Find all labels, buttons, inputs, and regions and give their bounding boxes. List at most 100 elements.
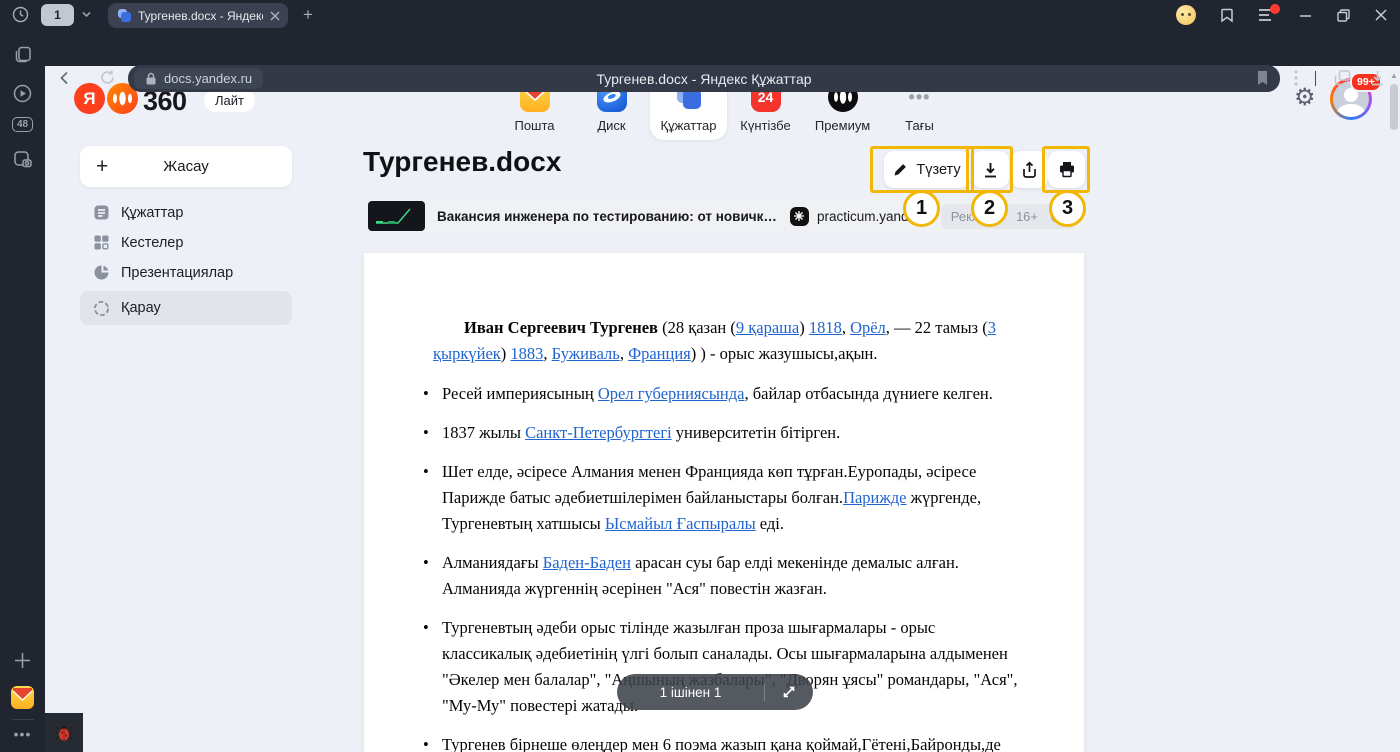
tab-group-badge[interactable]: 1	[41, 4, 74, 26]
rail-divider	[0, 719, 45, 720]
tab-bar: 1 Тургенев.docx - Яндекс +	[0, 0, 1400, 30]
nav-label: Премиум	[815, 118, 870, 133]
edit-button[interactable]: Түзету	[884, 151, 970, 188]
chevron-down-icon[interactable]	[81, 9, 92, 20]
document-text: )	[501, 344, 511, 363]
download-button[interactable]	[972, 151, 1009, 188]
document-text: Алманиядағы	[442, 553, 543, 572]
url-bar[interactable]: docs.yandex.ru Тургенев.docx - Яндекс Құ…	[128, 65, 1280, 92]
lite-badge: Лайт	[204, 89, 255, 112]
minimize-button[interactable]	[1298, 8, 1313, 23]
toolbar-divider	[1315, 71, 1316, 86]
sidebar-label: Кестелер	[121, 235, 183, 251]
nav-label: Диск	[597, 118, 625, 133]
annotation-circle-3: 3	[1049, 190, 1086, 227]
downloads-icon[interactable]	[1369, 69, 1386, 87]
restore-button[interactable]	[1336, 8, 1351, 23]
nav-label: Тағы	[905, 118, 934, 133]
yandex-letter: Я	[83, 89, 95, 109]
print-button[interactable]	[1048, 151, 1085, 188]
mail-panel-icon[interactable]	[0, 686, 45, 709]
speed-badge[interactable]: 48	[0, 117, 45, 132]
sidebar-label: Қарау	[121, 300, 161, 316]
plus-icon: +	[96, 156, 108, 177]
address-bar: docs.yandex.ru Тургенев.docx - Яндекс Құ…	[0, 30, 1400, 66]
nav-label: Құжаттар	[661, 118, 717, 133]
menu-icon[interactable]	[1258, 8, 1275, 22]
document-link[interactable]: 1818	[809, 318, 842, 337]
scrollbar[interactable]: ▲	[1388, 66, 1400, 752]
document-link[interactable]: 1883	[510, 344, 543, 363]
doc-bullet: 1837 жылы Санкт-Петербургтегі университе…	[419, 420, 1020, 446]
nav-label: Күнтізбе	[740, 118, 790, 133]
new-tab-button[interactable]: +	[297, 4, 319, 26]
doc-bullet: Ресей империясының Орел губерниясында, б…	[419, 381, 1020, 407]
screenshot-icon[interactable]	[0, 150, 45, 169]
notification-dot	[1270, 4, 1280, 14]
active-tab[interactable]: Тургенев.docx - Яндекс	[108, 3, 288, 28]
play-icon[interactable]	[0, 84, 45, 103]
download-icon	[982, 161, 999, 179]
age-rating: 16+	[1016, 209, 1038, 224]
yandex-docs-app: Я 360 Лайт Пошта Диск Қ	[45, 66, 1388, 752]
tables-icon	[93, 234, 110, 251]
document-link[interactable]: Санкт-Петербургтегі	[525, 423, 672, 442]
doc-bullet: Алманиядағы Баден-Баден арасан суы бар е…	[419, 550, 1020, 602]
rail-more-icon[interactable]: •••	[0, 726, 45, 742]
fullscreen-button[interactable]	[765, 684, 813, 700]
page-title: Тургенев.docx - Яндекс Құжаттар	[128, 71, 1280, 87]
document-text: 1837 жылы	[442, 423, 525, 442]
devices-tabs-icon[interactable]	[1333, 69, 1352, 87]
create-label: Жасау	[80, 158, 292, 175]
doc-bullet: Шет елде, әсіресе Алмания менен Францияд…	[419, 459, 1020, 537]
document-text: ,	[543, 344, 551, 363]
close-button[interactable]	[1374, 8, 1388, 22]
document-link[interactable]: 9 қараша	[736, 318, 799, 337]
reload-icon[interactable]	[99, 69, 116, 86]
sidebar-item-tables[interactable]: Кестелер	[80, 227, 292, 258]
sidebar-item-presentations[interactable]: Презентациялар	[80, 257, 292, 288]
back-icon[interactable]	[56, 69, 74, 87]
page-count-label: 1 ішінен 1	[617, 685, 764, 700]
browser-window: 48 ••• 1 Тургенев.docx - Яндекс	[0, 0, 1400, 752]
document-link[interactable]: Буживаль	[552, 344, 620, 363]
document-link[interactable]: Орел губерниясында	[598, 384, 745, 403]
history-clock-icon[interactable]	[12, 6, 29, 23]
bookmarks-panel-icon[interactable]	[1219, 7, 1235, 23]
document-link[interactable]: Ысмайыл Ғаспыралы	[605, 514, 756, 533]
document-text: Ресей империясының	[442, 384, 598, 403]
document-text: (28 қазан (	[658, 318, 736, 337]
share-icon	[1021, 161, 1038, 179]
browser-side-rail: 48 •••	[0, 0, 45, 752]
presentations-icon	[93, 264, 110, 281]
document-text: ,	[620, 344, 628, 363]
sidebar-item-documents[interactable]: Құжаттар	[80, 197, 292, 228]
document-link[interactable]: Орёл	[850, 318, 886, 337]
document-text: , — 22 тамыз (	[886, 318, 988, 337]
document-text: еді.	[756, 514, 784, 533]
url-chip[interactable]: docs.yandex.ru	[134, 68, 263, 89]
document-link[interactable]: Парижде	[843, 488, 906, 507]
close-tab-icon[interactable]	[270, 11, 280, 21]
bug-extension-icon[interactable]	[45, 713, 83, 752]
tab-group-count: 1	[54, 8, 61, 22]
lock-icon[interactable]	[145, 72, 157, 85]
sidebar-item-view[interactable]: Қарау	[80, 291, 292, 325]
view-icon	[93, 300, 110, 317]
page-indicator: 1 ішінен 1	[617, 674, 813, 710]
practicum-logo-icon	[790, 207, 809, 226]
document-link[interactable]: Франция	[628, 344, 691, 363]
profile-emoji-icon[interactable]	[1176, 5, 1196, 25]
document-text: , байлар отбасында дүниеге келген.	[744, 384, 992, 403]
doc-bullet: Тургенев бірнеше өлеңдер мен 6 поэма жаз…	[419, 732, 1020, 752]
yandex-logo[interactable]: Я	[74, 83, 105, 114]
document-title: Тургенев.docx	[363, 146, 561, 178]
share-button[interactable]	[1011, 151, 1048, 188]
extensions-dots-icon[interactable]	[1294, 70, 1298, 86]
document-link[interactable]: Баден-Баден	[543, 553, 631, 572]
pencil-icon	[893, 162, 908, 177]
document-text: ) ) - орыс жазушысы,ақын.	[691, 344, 878, 363]
create-button[interactable]: + Жасау	[80, 146, 292, 187]
bookmark-flag-icon[interactable]	[1256, 70, 1269, 86]
add-panel-icon[interactable]	[0, 652, 45, 669]
